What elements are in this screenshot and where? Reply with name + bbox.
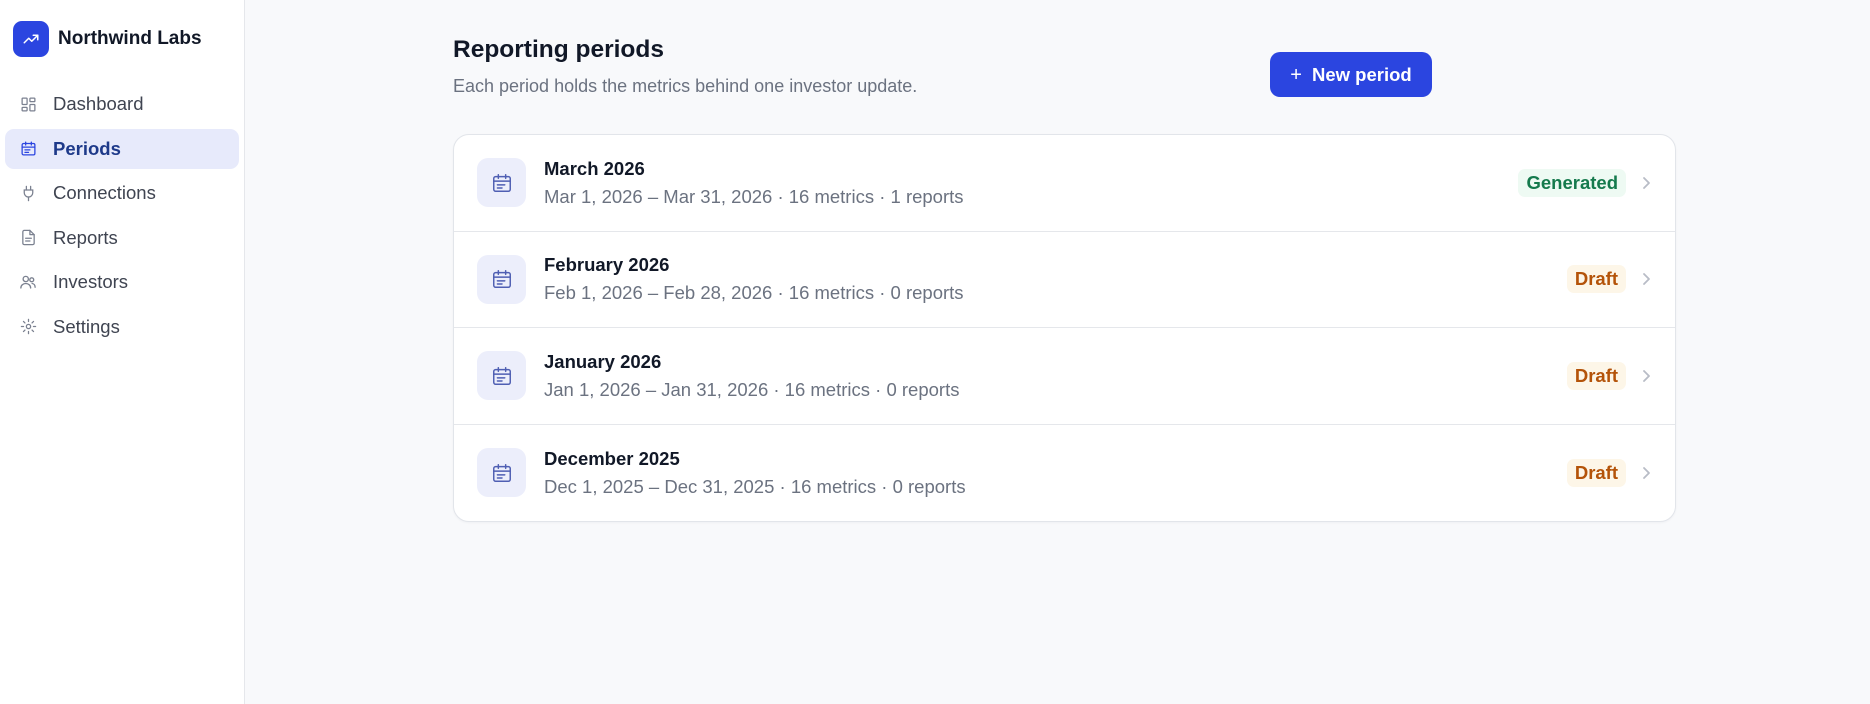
page-subtitle: Each period holds the metrics behind one… [453, 76, 918, 96]
sidebar: Northwind Labs Dashboard Periods Connect… [0, 0, 245, 704]
period-row-text: December 2025 Dec 1, 2025 – Dec 31, 2025… [544, 448, 1567, 498]
sidebar-item-label: Connections [53, 182, 156, 203]
period-row-text: March 2026 Mar 1, 2026 – Mar 31, 2026 · … [544, 158, 1518, 208]
main-content: Reporting periods Each period holds the … [245, 0, 1870, 704]
chevron-right-icon [1640, 367, 1652, 385]
trending-up-icon [13, 21, 49, 57]
page-title: Reporting periods [453, 36, 664, 63]
brand-name: Northwind Labs [58, 28, 202, 49]
calendar-icon [477, 351, 526, 401]
page-header: Reporting periods Each period holds the … [453, 36, 917, 97]
calendar-icon [19, 140, 37, 158]
status-badge: Draft [1566, 458, 1626, 487]
document-icon [19, 229, 37, 247]
period-row-text: January 2026 Jan 1, 2026 – Jan 31, 2026 … [544, 351, 1567, 401]
chevron-right-icon [1640, 464, 1652, 482]
status-badge: Generated [1518, 168, 1626, 197]
grid-icon [19, 95, 37, 113]
period-row-december-2025[interactable]: December 2025 Dec 1, 2025 – Dec 31, 2025… [454, 425, 1675, 522]
sidebar-item-dashboard[interactable]: Dashboard [5, 84, 239, 124]
period-details: Jan 1, 2026 – Jan 31, 2026 · 16 metrics … [544, 378, 960, 400]
period-title: December 2025 [544, 447, 680, 469]
status-badge: Draft [1566, 265, 1626, 294]
chevron-right-icon [1640, 174, 1652, 192]
sidebar-item-investors[interactable]: Investors [5, 262, 239, 302]
sidebar-item-settings[interactable]: Settings [5, 307, 239, 347]
periods-list: March 2026 Mar 1, 2026 – Mar 31, 2026 · … [453, 134, 1676, 522]
period-title: March 2026 [544, 157, 645, 179]
brand[interactable]: Northwind Labs [0, 20, 244, 58]
gear-icon [19, 318, 37, 336]
status-badge: Draft [1566, 361, 1626, 390]
new-period-button-label: New period [1311, 63, 1412, 85]
calendar-icon [477, 448, 526, 498]
sidebar-item-label: Periods [53, 137, 121, 159]
period-details: Dec 1, 2025 – Dec 31, 2025 · 16 metrics … [544, 475, 966, 497]
period-row-march-2026[interactable]: March 2026 Mar 1, 2026 – Mar 31, 2026 · … [454, 135, 1675, 232]
sidebar-item-periods[interactable]: Periods [5, 128, 239, 169]
sidebar-item-reports[interactable]: Reports [5, 218, 239, 258]
period-details: Mar 1, 2026 – Mar 31, 2026 · 16 metrics … [544, 185, 964, 207]
period-row-february-2026[interactable]: February 2026 Feb 1, 2026 – Feb 28, 2026… [454, 232, 1675, 328]
sidebar-item-label: Investors [53, 271, 129, 292]
sidebar-nav: Dashboard Periods Connections Reports In… [0, 84, 244, 347]
period-title: January 2026 [544, 350, 662, 372]
period-details: Feb 1, 2026 – Feb 28, 2026 · 16 metrics … [544, 282, 964, 304]
plug-icon [19, 184, 37, 202]
sidebar-item-connections[interactable]: Connections [5, 173, 239, 213]
period-row-text: February 2026 Feb 1, 2026 – Feb 28, 2026… [544, 254, 1567, 304]
app-root: Northwind Labs Dashboard Periods Connect… [0, 0, 1870, 704]
period-row-january-2026[interactable]: January 2026 Jan 1, 2026 – Jan 31, 2026 … [454, 328, 1675, 425]
users-icon [19, 273, 37, 291]
calendar-icon [477, 254, 526, 304]
period-title: February 2026 [544, 254, 670, 276]
chevron-right-icon [1640, 270, 1652, 288]
sidebar-item-label: Dashboard [53, 93, 144, 114]
sidebar-item-label: Settings [53, 315, 120, 337]
sidebar-item-label: Reports [53, 226, 118, 248]
new-period-button[interactable]: + New period [1270, 52, 1432, 97]
calendar-icon [477, 158, 526, 208]
plus-icon: + [1290, 63, 1302, 86]
